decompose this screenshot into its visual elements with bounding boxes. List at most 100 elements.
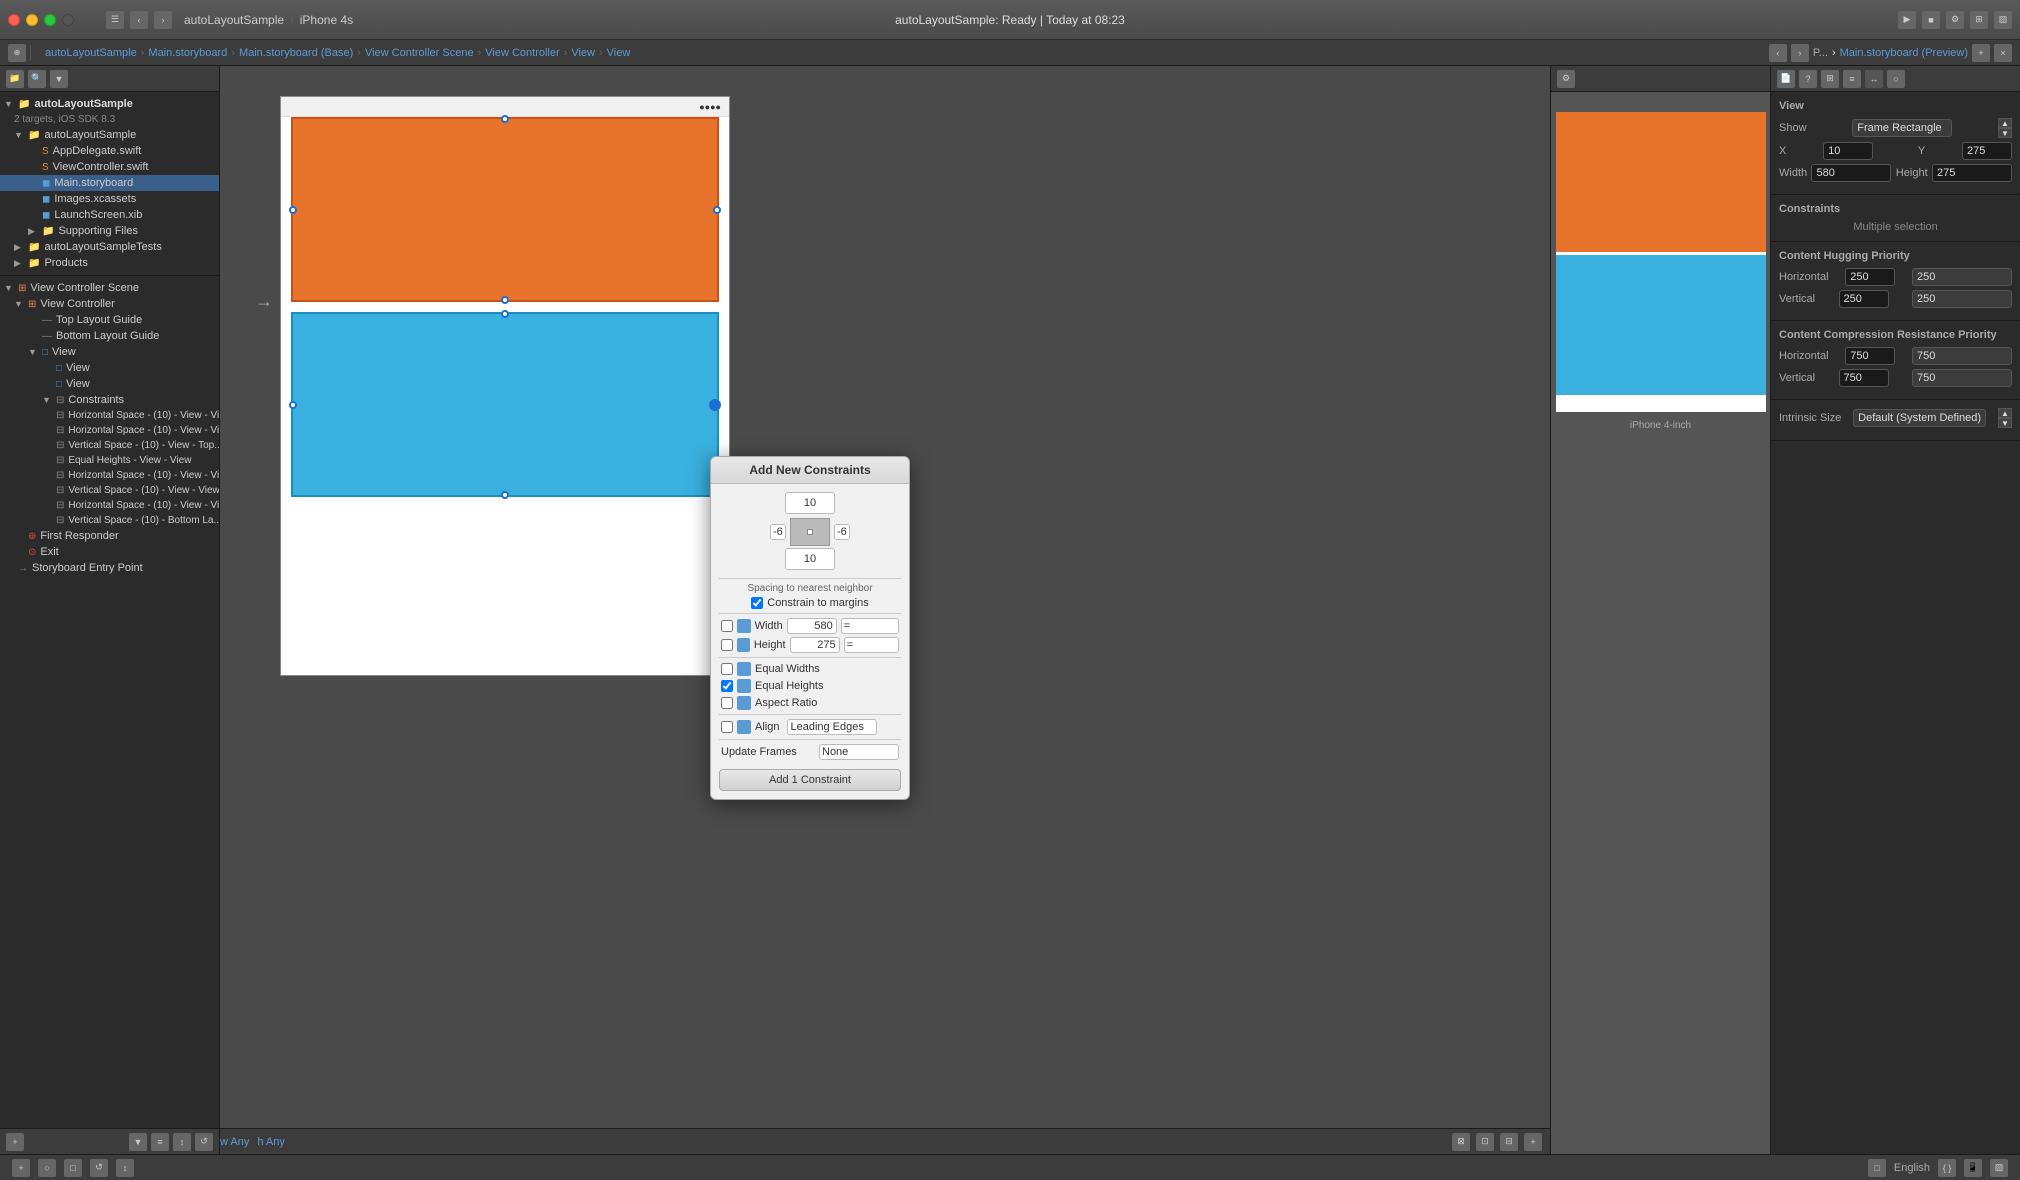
spacing-left-select[interactable]: -6 0 8: [770, 524, 786, 540]
sidebar-constraints[interactable]: ▼ ⊟ Constraints: [0, 392, 219, 408]
size-inspector-icon[interactable]: ↔: [1865, 70, 1883, 88]
layout-icon-3[interactable]: ⊟: [1500, 1133, 1518, 1151]
cr-horizontal-select[interactable]: 750 250 1000: [1912, 347, 2012, 365]
equal-widths-checkbox[interactable]: [721, 663, 733, 675]
sidebar-constraint-7[interactable]: ⊟ Horizontal Space - (10) - View - View: [0, 498, 219, 513]
close-button[interactable]: [8, 14, 20, 26]
add-object-icon[interactable]: +: [12, 1159, 30, 1177]
align-checkbox[interactable]: [721, 721, 733, 733]
width-select[interactable]: = ≥ ≤: [841, 618, 899, 634]
equal-heights-checkbox[interactable]: [721, 680, 733, 692]
sidebar-item-supporting[interactable]: ▶ 📁 Supporting Files: [0, 223, 219, 239]
ch-vertical-input[interactable]: [1839, 290, 1889, 308]
sidebar-item-autolayoutsample[interactable]: ▼ 📁 autoLayoutSample: [0, 96, 219, 112]
preview-settings-icon[interactable]: ⚙: [1557, 70, 1575, 88]
y-input[interactable]: [1962, 142, 2012, 160]
add-view-icon[interactable]: +: [1524, 1133, 1542, 1151]
bottom-filter-icon[interactable]: ○: [38, 1159, 56, 1177]
add-item-icon[interactable]: +: [6, 1133, 24, 1151]
sidebar-constraint-6[interactable]: ⊟ Vertical Space - (10) - View - View: [0, 483, 219, 498]
sidebar-constraint-8[interactable]: ⊟ Vertical Space - (10) - Bottom La...: [0, 513, 219, 528]
sidebar-first-responder[interactable]: ⊕ First Responder: [0, 528, 219, 544]
ch-vertical-select[interactable]: 250 750 1000: [1912, 290, 2012, 308]
sidebar-bottom-guide[interactable]: — Bottom Layout Guide: [0, 328, 219, 344]
width-any[interactable]: w Any: [220, 1136, 249, 1148]
maximize-button[interactable]: [44, 14, 56, 26]
bc-view1[interactable]: View: [571, 47, 595, 59]
sidebar-constraint-3[interactable]: ⊟ Vertical Space - (10) - View - Top...: [0, 438, 219, 453]
sidebar-exit[interactable]: ⊙ Exit: [0, 544, 219, 560]
preview-add-icon[interactable]: +: [1972, 44, 1990, 62]
related-items-icon[interactable]: ⊕: [8, 44, 26, 62]
height-input[interactable]: [1932, 164, 2012, 182]
show-stepper-up[interactable]: ▲: [1998, 118, 2012, 128]
spacing-bottom-input[interactable]: [785, 548, 835, 570]
sidebar-item-viewcontroller[interactable]: S ViewController.swift: [0, 159, 219, 175]
sidebar-storyboard-entry[interactable]: → Storyboard Entry Point: [0, 560, 219, 576]
spacing-right-select[interactable]: -6 0 8: [834, 524, 850, 540]
fullscreen-button[interactable]: [62, 14, 74, 26]
sidebar-top-guide[interactable]: — Top Layout Guide: [0, 312, 219, 328]
height-any[interactable]: h Any: [257, 1136, 285, 1148]
show-select[interactable]: Frame Rectangle Bounds Rectangle: [1852, 119, 1952, 137]
inspector-icon[interactable]: ▨: [1994, 11, 2012, 29]
sidebar-item-launchscreen[interactable]: ◼ LaunchScreen.xib: [0, 207, 219, 223]
cr-vertical-input[interactable]: [1839, 369, 1889, 387]
height-value-input[interactable]: [790, 637, 840, 653]
bottom-refresh-icon[interactable]: ↺: [90, 1159, 108, 1177]
sidebar-vc-scene[interactable]: ▼ ⊞ View Controller Scene: [0, 280, 219, 296]
blue-view[interactable]: [291, 312, 719, 497]
sidebar-item-main-storyboard[interactable]: ◼ Main.storyboard: [0, 175, 219, 191]
bc-vc-scene[interactable]: View Controller Scene: [365, 47, 474, 59]
split-icon[interactable]: ⊞: [1970, 11, 1988, 29]
bc-view2[interactable]: View: [607, 47, 631, 59]
spacing-top-input[interactable]: [785, 492, 835, 514]
sidebar-folder-icon[interactable]: 📁: [6, 70, 24, 88]
x-input[interactable]: [1823, 142, 1873, 160]
sidebar-view-1[interactable]: □ View: [0, 360, 219, 376]
sidebar-item-group[interactable]: ▼ 📁 autoLayoutSample: [0, 127, 219, 143]
add-constraint-button[interactable]: Add 1 Constraint: [719, 769, 901, 791]
identity-inspector-icon[interactable]: ⊞: [1821, 70, 1839, 88]
sidebar-search-icon[interactable]: 🔍: [28, 70, 46, 88]
constrain-margins-checkbox[interactable]: [751, 597, 763, 609]
sidebar-item-appdelegate[interactable]: S AppDelegate.swift: [0, 143, 219, 159]
preview-nav-back[interactable]: ‹: [1769, 44, 1787, 62]
quick-help-icon[interactable]: ?: [1799, 70, 1817, 88]
bottom-code-icon[interactable]: { }: [1938, 1159, 1956, 1177]
intrinsic-stepper-up[interactable]: ▲: [1998, 408, 2012, 418]
sidebar-constraint-4[interactable]: ⊟ Equal Heights - View - View: [0, 453, 219, 468]
update-frames-select[interactable]: None Items of New Constraints All Frames…: [819, 744, 899, 760]
show-stepper-down[interactable]: ▼: [1998, 128, 2012, 138]
aspect-ratio-checkbox[interactable]: [721, 697, 733, 709]
minimize-button[interactable]: [26, 14, 38, 26]
sidebar-item-products[interactable]: ▶ 📁 Products: [0, 255, 219, 271]
sidebar-item-images[interactable]: ◼ Images.xcassets: [0, 191, 219, 207]
bottom-inspector-icon[interactable]: ▨: [1990, 1159, 2008, 1177]
stop-icon[interactable]: ■: [1922, 11, 1940, 29]
bottom-group-icon[interactable]: □: [64, 1159, 82, 1177]
bc-vc[interactable]: View Controller: [485, 47, 559, 59]
layout-icon-2[interactable]: ⊡: [1476, 1133, 1494, 1151]
align-select[interactable]: Leading Edges Trailing Edges Top Edges B…: [787, 719, 877, 735]
intrinsic-select[interactable]: Default (System Defined) Placeholder: [1853, 409, 1986, 427]
width-value-input[interactable]: [787, 618, 837, 634]
nav-back-icon[interactable]: ‹: [130, 11, 148, 29]
bottom-mode-icon[interactable]: □: [1868, 1159, 1886, 1177]
settings-icon[interactable]: ⚙: [1946, 11, 1964, 29]
sidebar-vc[interactable]: ▼ ⊞ View Controller: [0, 296, 219, 312]
preview-close-icon[interactable]: ×: [1994, 44, 2012, 62]
bc-main-base[interactable]: Main.storyboard (Base): [239, 47, 353, 59]
cr-horizontal-input[interactable]: [1845, 347, 1895, 365]
ch-horizontal-input[interactable]: [1845, 268, 1895, 286]
orange-view[interactable]: [291, 117, 719, 302]
sidebar-constraint-2[interactable]: ⊟ Horizontal Space - (10) - View - View: [0, 423, 219, 438]
nav-forward-icon[interactable]: ›: [154, 11, 172, 29]
preview-storyboard-link[interactable]: Main.storyboard (Preview): [1840, 47, 1968, 59]
height-checkbox[interactable]: [721, 639, 733, 651]
width-input[interactable]: [1811, 164, 1891, 182]
cr-vertical-select[interactable]: 750 250 1000: [1912, 369, 2012, 387]
layout-icon-1[interactable]: ⊠: [1452, 1133, 1470, 1151]
sidebar-constraint-1[interactable]: ⊟ Horizontal Space - (10) - View - View: [0, 408, 219, 423]
sidebar-filter-icon[interactable]: ▼: [50, 70, 68, 88]
